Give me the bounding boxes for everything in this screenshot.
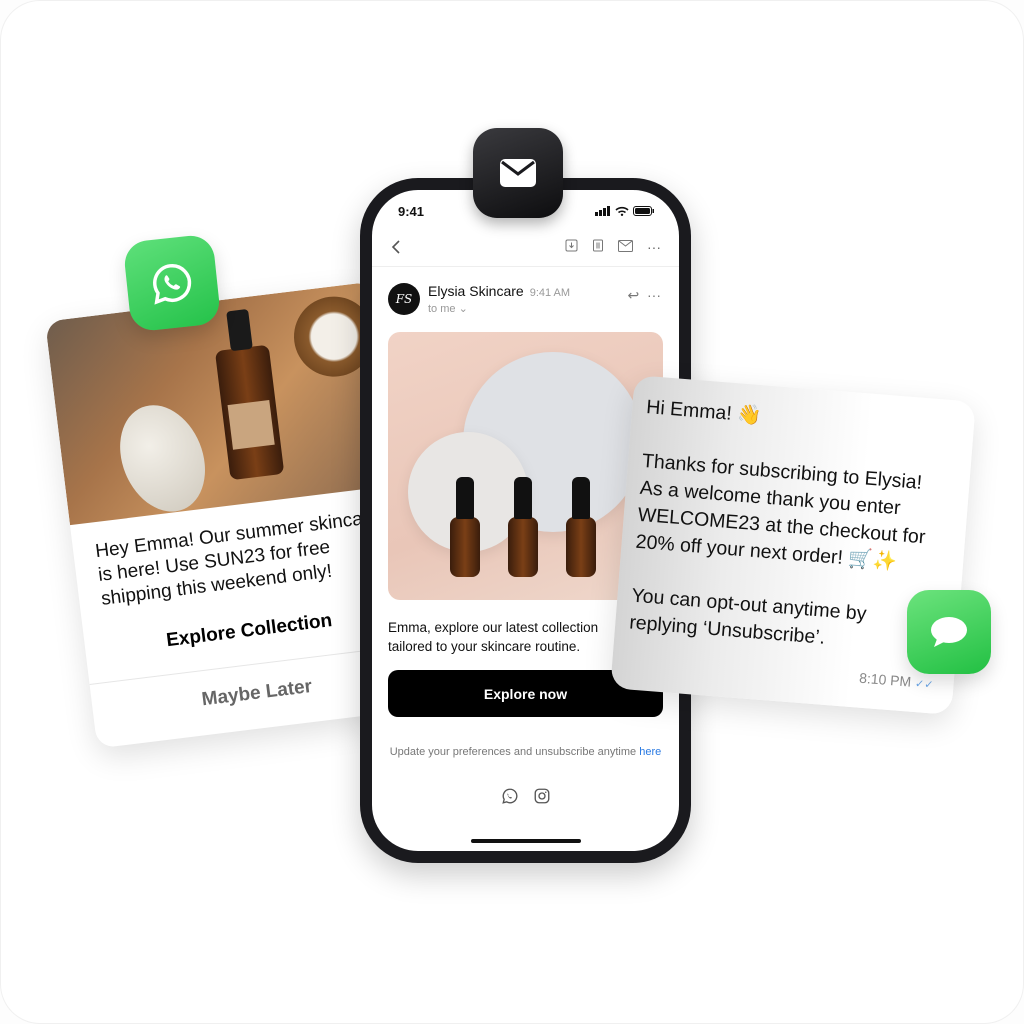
email-time: 9:41 AM: [529, 287, 571, 299]
reply-icon[interactable]: ↩: [627, 287, 639, 303]
divider: [372, 266, 679, 267]
email-footer: Update your preferences and unsubscribe …: [388, 745, 663, 760]
sms-optout: You can opt-out anytime by replying ‘Uns…: [628, 583, 945, 661]
whatsapp-icon[interactable]: [501, 787, 519, 805]
product-photo: [45, 281, 398, 526]
chevron-down-icon[interactable]: ⌄: [459, 303, 468, 315]
wifi-icon: [615, 206, 629, 216]
read-receipt-icon: ✓✓: [914, 678, 934, 692]
home-indicator: [470, 839, 581, 843]
status-icons: [595, 206, 655, 216]
whatsapp-icon: [122, 233, 222, 333]
sender-avatar: FS: [388, 283, 420, 315]
battery-icon: [633, 206, 654, 216]
status-time: 9:41: [398, 204, 425, 219]
instagram-icon[interactable]: [533, 787, 551, 805]
email-icon: [473, 128, 563, 218]
sms-timestamp: 8:10 PM: [858, 669, 912, 690]
sms-greeting: Hi Emma! 👋: [645, 396, 763, 428]
email-toolbar: ···: [390, 232, 661, 262]
trash-icon[interactable]: [592, 239, 604, 255]
footer-text: Update your preferences and unsubscribe …: [389, 746, 637, 758]
unsubscribe-link[interactable]: here: [639, 746, 661, 758]
recipient[interactable]: to me: [428, 303, 456, 315]
signal-icon: [595, 206, 610, 216]
mail-icon[interactable]: [618, 239, 633, 255]
social-links: [372, 787, 679, 805]
more-icon[interactable]: ···: [647, 239, 661, 255]
message-bubble-icon: [907, 590, 991, 674]
back-icon[interactable]: [390, 240, 402, 254]
more-icon[interactable]: ···: [647, 287, 661, 303]
email-header: FS Elysia Skincare 9:41 AM to me ⌄ ↩ ···: [388, 283, 663, 317]
sender-name: Elysia Skincare: [428, 283, 524, 299]
sms-body: Thanks for subscribing to Elysia! As a w…: [635, 448, 957, 580]
archive-icon[interactable]: [565, 239, 578, 255]
